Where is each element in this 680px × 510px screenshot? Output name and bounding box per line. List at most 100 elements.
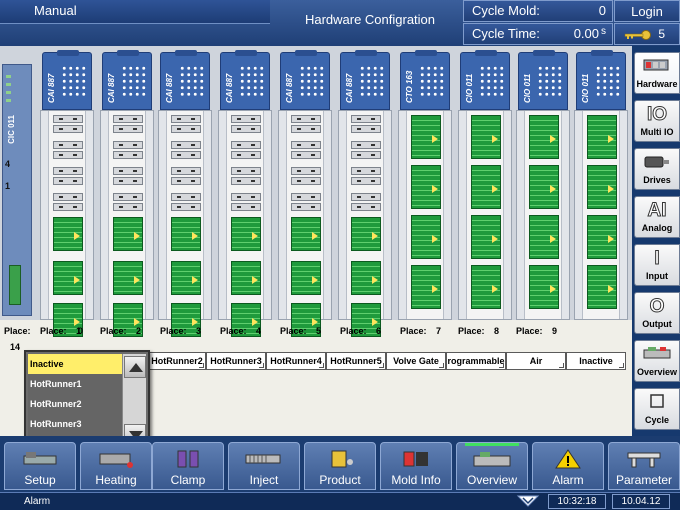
heating-icon [81, 447, 151, 471]
slot-select-6[interactable]: rogrammable [446, 352, 506, 370]
dropdown-option[interactable]: HotRunner3 [28, 414, 123, 434]
cycle-mold-value: 0 [598, 3, 606, 18]
io-card-7[interactable]: CIO 011 [458, 50, 512, 320]
dropdown-corner-icon [619, 363, 624, 368]
io-card-3[interactable]: CAI 887 [218, 50, 272, 337]
nav-inject-button[interactable]: Inject [228, 442, 300, 490]
cycle-time-unit: s [601, 26, 606, 37]
terminal-block [351, 261, 381, 295]
alarm-icon [533, 447, 603, 471]
sidebar-item-cycle[interactable]: Cycle [634, 388, 680, 430]
slot-select-7[interactable]: Air [506, 352, 566, 370]
slot-value: HotRunner4 [270, 356, 322, 366]
place-label: Place: [220, 326, 247, 336]
nav-overview-button[interactable]: Overview [456, 442, 528, 490]
card-label: CAI 887 [225, 73, 234, 103]
card-body [516, 110, 570, 320]
slot-value: HotRunner2 [151, 356, 203, 366]
card-connector [53, 141, 83, 149]
status-led [6, 99, 11, 102]
nav-parameter-button[interactable]: Parameter [608, 442, 680, 490]
nav-product-button[interactable]: Product [304, 442, 376, 490]
io-card-0[interactable]: CAI 887 [40, 50, 94, 337]
sidebar-item-analog[interactable]: AI Analog [634, 196, 680, 238]
place-label: Place: [516, 326, 543, 336]
port-number: 4 [5, 159, 11, 169]
nav-alarm-button[interactable]: Alarm [532, 442, 604, 490]
terminal-block [53, 217, 83, 251]
slot-select-2[interactable]: HotRunner3 [206, 352, 266, 370]
card-connector [171, 115, 201, 123]
sidebar-item-input[interactable]: I Input [634, 244, 680, 286]
dropdown-option[interactable]: HotRunner1 [28, 374, 123, 394]
io-card-6[interactable]: CTO 163 [398, 50, 452, 320]
nav-heating-button[interactable]: Heating [80, 442, 152, 490]
scroll-up-button[interactable] [124, 356, 146, 378]
place-number: 6 [376, 326, 382, 336]
card-label: CAI 887 [47, 73, 56, 103]
card-connector [53, 167, 83, 175]
slot-select-3[interactable]: HotRunner4 [266, 352, 326, 370]
terminal-block [411, 215, 441, 259]
sidebar-item-label: Cycle [644, 415, 670, 425]
sidebar-item-overview[interactable]: Overview [634, 340, 680, 382]
io-card-5[interactable]: CAI 887 [338, 50, 392, 337]
card-led-grid [61, 65, 87, 99]
output-icon: O [649, 296, 665, 318]
sidebar-item-hardware[interactable]: Hardware [634, 52, 680, 94]
io-card-4[interactable]: CAI 887 [278, 50, 332, 337]
sidebar-item-multi-io[interactable]: IO Multi IO [634, 100, 680, 142]
access-level-indicator[interactable]: 5 [614, 23, 680, 45]
sidebar-item-label: Overview [636, 367, 678, 377]
hardware-icon [635, 56, 679, 78]
place-label: Place: [40, 326, 67, 336]
terminal-block [113, 217, 143, 251]
sidebar-item-drives[interactable]: Drives [634, 148, 680, 190]
slot-select-5[interactable]: Volve Gate [386, 352, 446, 370]
card-connector [291, 115, 321, 123]
io-card-8[interactable]: CIO 011 [516, 50, 570, 320]
dropdown-corner-icon [199, 363, 204, 368]
multi-io-icon: IO [646, 104, 668, 126]
card-connector [171, 203, 201, 211]
nav-setup-button[interactable]: Setup [4, 442, 76, 490]
card-label: CIO 011 [465, 73, 474, 103]
card-connector [171, 125, 201, 133]
dropdown-option[interactable]: Inactive [28, 354, 123, 374]
sidebar-item-output[interactable]: O Output [634, 292, 680, 334]
card-header: CIO 011 [576, 50, 626, 110]
slot-select-8[interactable]: Inactive [566, 352, 626, 370]
dropdown-corner-icon [259, 363, 264, 368]
io-card-1[interactable]: CAI 887 [100, 50, 154, 337]
card-body [100, 110, 154, 337]
card-connector [291, 193, 321, 201]
cycle-mold-label: Cycle Mold: [472, 3, 540, 18]
nav-mold-info-button[interactable]: Mold Info [380, 442, 452, 490]
card-connector [291, 141, 321, 149]
io-card-9[interactable]: CIO 011 [574, 50, 628, 320]
place-number: 8 [494, 326, 500, 336]
terminal-block [471, 215, 501, 259]
dropdown-option[interactable]: HotRunner2 [28, 394, 123, 414]
alarm-status[interactable]: Alarm [24, 496, 50, 507]
card-header: CAI 887 [220, 50, 270, 110]
nav-label: Overview [466, 473, 517, 487]
login-button[interactable]: Login [614, 0, 680, 22]
top-bar: Manual Hardware Configration Cycle Mold:… [0, 0, 680, 46]
port-number: 1 [5, 181, 11, 191]
io-card-2[interactable]: CAI 887 [158, 50, 212, 337]
clock-time: 10:32:18 [548, 494, 606, 509]
access-level-value: 5 [658, 27, 665, 41]
card-body [278, 110, 332, 337]
dropdown-corner-icon [319, 363, 324, 368]
slot-select-1[interactable]: HotRunner2 [148, 352, 206, 370]
controller-module[interactable]: CIC 011 4 1 [2, 64, 32, 316]
sidebar-item-label: Input [646, 271, 668, 281]
slot-select-4[interactable]: HotRunner5 [326, 352, 386, 370]
terminal-block [587, 215, 617, 259]
terminal-block [113, 261, 143, 295]
chevron-down-icon[interactable] [516, 494, 540, 508]
nav-clamp-button[interactable]: Clamp [152, 442, 224, 490]
card-connector [231, 141, 261, 149]
card-connector [231, 151, 261, 159]
